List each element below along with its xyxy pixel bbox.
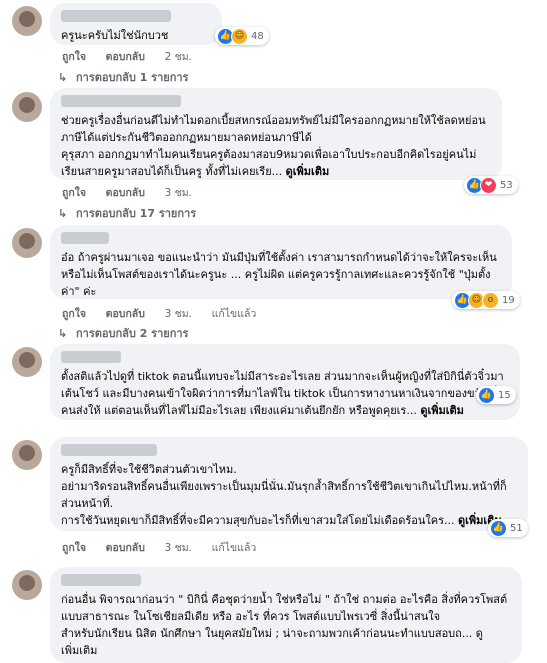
avatar[interactable] (12, 228, 42, 258)
haha-reaction-icon: ☺ (231, 27, 248, 45)
comment-actions: ถูกใจ ตอบกลับ 2 ชม. (62, 48, 208, 65)
see-more-link[interactable]: ดูเพิ่มเติม (420, 404, 464, 417)
reaction-count: 48 (251, 30, 264, 42)
author-name-redacted[interactable] (61, 95, 181, 107)
comment-bubble: ช่วยครูเรื่องอื่นก่อนดีไม่ทำไมดอกเบี้ยสห… (50, 88, 502, 180)
reply-button[interactable]: ตอบกลับ (106, 51, 145, 63)
replies-count-label: การตอบกลับ 2 รายการ (76, 327, 189, 340)
comment-actions: ถูกใจ ตอบกลับ 3 ชม. แก้ไขแล้ว (62, 539, 272, 556)
author-name-redacted[interactable] (61, 574, 141, 586)
reaction-summary[interactable]: 👍 51 (488, 519, 528, 537)
comment-time[interactable]: 2 ชม. (165, 51, 192, 63)
reply-arrow-icon: ↳ (58, 71, 68, 84)
comment-text: ครูก็มีสิทธิ์ที่จะใช้ชีวิตส่วนตัวเขาไหม.… (61, 461, 517, 529)
reply-button[interactable]: ตอบกลับ (106, 187, 145, 199)
view-replies-link[interactable]: ↳ การตอบกลับ 2 รายการ (58, 324, 188, 342)
comment-bubble: ครูก็มีสิทธิ์ที่จะใช้ชีวิตส่วนตัวเขาไหม.… (50, 437, 528, 531)
comment-time[interactable]: 3 ชม. (165, 542, 192, 554)
comment-actions: ถูกใจ ตอบกลับ 3 ชม. (62, 184, 208, 201)
comment-bubble: ครูนะครับไม่ใช่นักบวช (50, 3, 222, 45)
wow-reaction-icon: o (482, 291, 499, 309)
reaction-count: 53 (500, 179, 513, 191)
like-button[interactable]: ถูกใจ (62, 542, 86, 554)
like-button[interactable]: ถูกใจ (62, 187, 86, 199)
reply-button[interactable]: ตอบกลับ (106, 308, 145, 320)
avatar[interactable] (12, 570, 42, 600)
avatar[interactable] (12, 440, 42, 470)
avatar[interactable] (12, 92, 42, 122)
author-name-redacted[interactable] (61, 444, 157, 456)
comment-text: ครูนะครับไม่ใช่นักบวช (61, 29, 169, 42)
reply-arrow-icon: ↳ (58, 207, 68, 220)
comment-text: อ๋อ ถ้าครูผ่านมาเจอ ขอแนะนำว่า มันมีปุ่ม… (61, 251, 497, 298)
comment-actions: ถูกใจ ตอบกลับ 3 ชม. แก้ไขแล้ว (62, 305, 272, 322)
replies-count-label: การตอบกลับ 1 รายการ (76, 71, 189, 84)
replies-count-label: การตอบกลับ 17 รายการ (76, 207, 197, 220)
comment-bubble: ตั้งสติแล้วไปดูที่ tiktok ตอนนี้แทบจะไม่… (50, 344, 520, 420)
like-button[interactable]: ถูกใจ (62, 308, 86, 320)
comment-time[interactable]: 3 ชม. (165, 308, 192, 320)
see-more-link[interactable]: ดูเพิ่มเติม (286, 165, 330, 178)
reaction-count: 15 (498, 389, 511, 401)
reply-button[interactable]: ตอบกลับ (106, 542, 145, 554)
edited-label: แก้ไขแล้ว (211, 308, 257, 320)
comment-time[interactable]: 3 ชม. (165, 187, 192, 199)
reaction-summary[interactable]: 👍 ❤ 53 (464, 176, 518, 194)
comment-body: ช่วยครูเรื่องอื่นก่อนดีไม่ทำไมดอกเบี้ยสห… (61, 114, 486, 178)
view-replies-link[interactable]: ↳ การตอบกลับ 17 รายการ (58, 204, 196, 222)
comment-text: ช่วยครูเรื่องอื่นก่อนดีไม่ทำไมดอกเบี้ยสห… (61, 112, 491, 180)
like-reaction-icon: 👍 (490, 519, 507, 537)
author-name-redacted[interactable] (61, 351, 121, 363)
reply-arrow-icon: ↳ (58, 327, 68, 340)
like-button[interactable]: ถูกใจ (62, 51, 86, 63)
comment-bubble: ก่อนอื่น พิจารณาก่อนว่า " บิกินี่ คือชุด… (50, 567, 522, 663)
like-reaction-icon: 👍 (478, 386, 495, 404)
reaction-summary[interactable]: 👍 15 (476, 386, 516, 404)
avatar[interactable] (12, 6, 42, 36)
comment-body: ครูก็มีสิทธิ์ที่จะใช้ชีวิตส่วนตัวเขาไหม.… (61, 463, 507, 527)
reaction-summary[interactable]: 👍 ☺ 48 (215, 27, 269, 45)
avatar[interactable] (12, 347, 42, 377)
comment-bubble: อ๋อ ถ้าครูผ่านมาเจอ ขอแนะนำว่า มันมีปุ่ม… (50, 225, 512, 299)
reaction-summary[interactable]: 👍 ☺ o 19 (452, 291, 520, 309)
edited-label: แก้ไขแล้ว (211, 542, 257, 554)
reaction-count: 51 (510, 522, 523, 534)
comment-text: ก่อนอื่น พิจารณาก่อนว่า " บิกินี่ คือชุด… (61, 593, 508, 657)
author-name-redacted[interactable] (61, 10, 171, 22)
reaction-count: 19 (502, 294, 515, 306)
view-replies-link[interactable]: ↳ การตอบกลับ 1 รายการ (58, 68, 188, 86)
author-name-redacted[interactable] (61, 232, 109, 244)
love-reaction-icon: ❤ (480, 176, 497, 194)
comment-text: ตั้งสติแล้วไปดูที่ tiktok ตอนนี้แทบจะไม่… (61, 368, 509, 419)
